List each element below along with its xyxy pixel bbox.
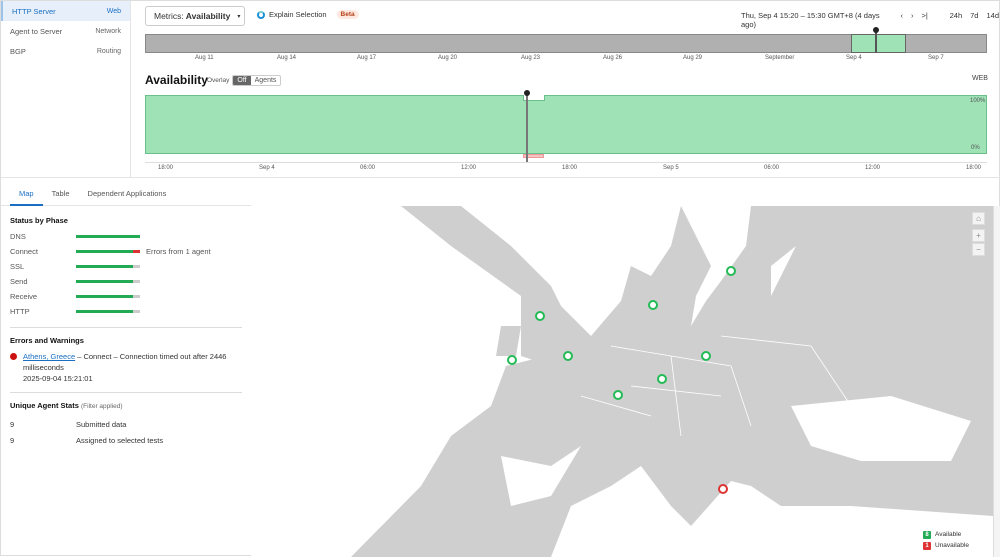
- stats-title: Unique Agent Stats (Filter applied): [10, 401, 123, 410]
- explain-selection-button[interactable]: Explain Selection Beta: [257, 10, 359, 19]
- x-tick: Sep 5: [663, 165, 679, 171]
- x-tick: 06:00: [360, 165, 376, 171]
- x-tick: 12:00: [461, 165, 477, 171]
- europe-map: [251, 206, 993, 557]
- nav-item-bgp[interactable]: BGP Routing: [1, 41, 130, 61]
- y-tick-100: 100%: [970, 98, 986, 104]
- zoom-out-button[interactable]: −: [972, 243, 985, 256]
- phase-bar: [76, 265, 140, 268]
- zoom-in-button[interactable]: +: [972, 229, 985, 242]
- range-14d[interactable]: 14d: [986, 11, 999, 29]
- scrollbar[interactable]: [993, 206, 1000, 557]
- x-tick: Sep 4: [259, 165, 275, 171]
- agent-marker-available[interactable]: [657, 374, 667, 384]
- prev-icon[interactable]: ‹: [900, 11, 903, 29]
- timeline-tick: Aug 17: [357, 55, 377, 61]
- agent-marker-available[interactable]: [701, 351, 711, 361]
- errors-title: Errors and Warnings: [10, 336, 84, 345]
- next-icon[interactable]: ›: [911, 11, 914, 29]
- agent-map[interactable]: ⌂ + − 8 Available 1 Unavailable: [251, 206, 993, 557]
- timeline-tick: Aug 11: [195, 55, 214, 61]
- chart-title: Availability: [145, 73, 208, 87]
- x-tick: 18:00: [562, 165, 578, 171]
- cursor-pin-icon: [524, 90, 530, 96]
- agent-marker-unavailable[interactable]: [718, 484, 728, 494]
- legend-unavailable: 1 Unavailable: [923, 540, 983, 551]
- phase-bar: [76, 250, 140, 253]
- timeline-tick: September: [765, 55, 795, 61]
- nav-item-http-server[interactable]: HTTP Server Web: [1, 1, 130, 21]
- overlay-agents[interactable]: Agents: [251, 76, 281, 85]
- layer-label: WEB: [972, 75, 988, 82]
- status-title: Status by Phase: [10, 216, 68, 225]
- phase-row: Send: [10, 274, 242, 289]
- time-controls: Thu, Sep 4 15:20 – 15:30 GMT+8 (4 days a…: [741, 11, 999, 29]
- timeline-tick: Aug 23: [521, 55, 541, 61]
- error-location-link[interactable]: Athens, Greece: [23, 352, 75, 361]
- tab-table[interactable]: Table: [43, 183, 79, 206]
- range-24h[interactable]: 24h: [950, 11, 963, 29]
- stat-row: 9 Assigned to selected tests: [10, 436, 164, 445]
- legend-available: 8 Available: [923, 529, 983, 540]
- overlay-off[interactable]: Off: [233, 76, 251, 85]
- x-tick: 12:00: [865, 165, 881, 171]
- x-tick: 18:00: [158, 165, 174, 171]
- agent-marker-available[interactable]: [507, 355, 517, 365]
- x-tick: 18:00: [966, 165, 982, 171]
- timeline-tick: Sep 7: [928, 55, 944, 61]
- timeline-tick: Sep 4: [846, 55, 862, 61]
- latest-icon[interactable]: >|: [921, 11, 927, 29]
- phase-row: DNS: [10, 229, 242, 244]
- map-legend: 8 Available 1 Unavailable: [919, 527, 987, 553]
- nav-item-agent-to-server[interactable]: Agent to Server Network: [1, 21, 130, 41]
- metrics-dropdown[interactable]: Metrics: Availability ▾: [145, 6, 245, 26]
- timeline-tick: Aug 26: [603, 55, 623, 61]
- overlay-toggle: Overlay Off Agents: [207, 75, 282, 86]
- timeline-tick: Aug 14: [277, 55, 297, 61]
- availability-chart[interactable]: [145, 95, 987, 154]
- chart-cursor[interactable]: [526, 93, 528, 163]
- agent-marker-available[interactable]: [648, 300, 658, 310]
- timeline-selection[interactable]: [851, 34, 906, 53]
- phase-bar: [76, 310, 140, 313]
- phase-row: HTTP: [10, 304, 242, 319]
- phase-row: Connect Errors from 1 agent: [10, 247, 211, 256]
- phase-row: SSL: [10, 259, 242, 274]
- explain-icon: [257, 10, 265, 19]
- time-range-label: Thu, Sep 4 15:20 – 15:30 GMT+8 (4 days a…: [741, 11, 880, 29]
- phase-bar: [76, 235, 140, 238]
- tab-map[interactable]: Map: [10, 183, 43, 206]
- tab-dependent-applications[interactable]: Dependent Applications: [79, 183, 176, 206]
- chevron-down-icon: ▾: [237, 13, 241, 20]
- phase-bar: [76, 280, 140, 283]
- error-time: 2025-09-04 15:21:01: [23, 374, 93, 383]
- details-panel: Status by Phase DNS Connect Errors from 1 …: [1, 206, 251, 557]
- phase-row: Receive: [10, 289, 242, 304]
- error-dot-icon: [10, 353, 17, 360]
- phase-bar: [76, 295, 140, 298]
- y-tick-0: 0%: [971, 145, 980, 151]
- test-type-nav: HTTP Server Web Agent to Server Network BG…: [1, 1, 131, 177]
- view-tabs: Map Table Dependent Applications: [1, 183, 251, 206]
- agent-marker-available[interactable]: [563, 351, 573, 361]
- agent-marker-available[interactable]: [535, 311, 545, 321]
- agent-marker-available[interactable]: [613, 390, 623, 400]
- x-tick: 06:00: [764, 165, 780, 171]
- timeline-tick: Aug 29: [683, 55, 703, 61]
- agent-marker-available[interactable]: [726, 266, 736, 276]
- timeline-tick: Aug 20: [438, 55, 458, 61]
- range-7d[interactable]: 7d: [970, 11, 978, 29]
- marker-pin-icon: [873, 27, 879, 33]
- home-icon[interactable]: ⌂: [972, 212, 985, 225]
- beta-badge: Beta: [336, 10, 359, 19]
- stat-row: 9 Submitted data: [10, 420, 127, 429]
